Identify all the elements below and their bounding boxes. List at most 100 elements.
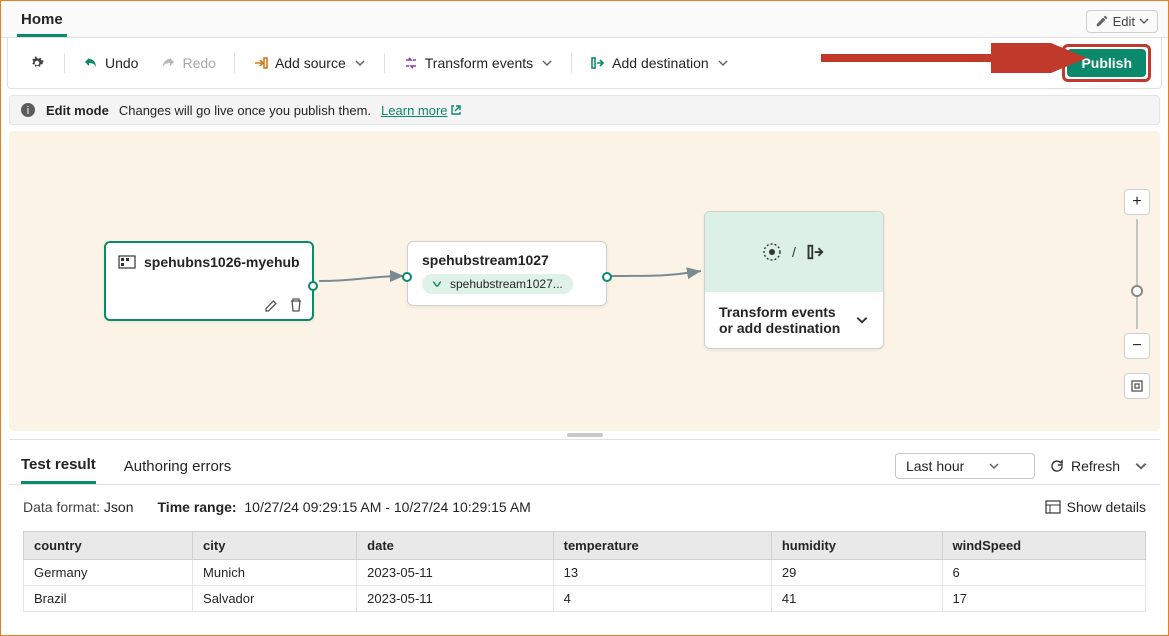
canvas-node-destination[interactable]: / Transform events or add destination bbox=[704, 211, 884, 349]
trash-icon[interactable] bbox=[288, 297, 304, 313]
add-source-label: Add source bbox=[275, 55, 346, 71]
zoom-fit-button[interactable] bbox=[1124, 373, 1150, 399]
eventhub-icon bbox=[118, 253, 136, 271]
publish-highlight: Publish bbox=[1062, 44, 1151, 82]
settings-gear-button[interactable] bbox=[18, 50, 56, 76]
cell: 13 bbox=[553, 560, 771, 586]
zoom-slider[interactable] bbox=[1136, 219, 1138, 329]
table-row[interactable]: GermanyMunich2023-05-1113296 bbox=[24, 560, 1146, 586]
destination-out-icon bbox=[806, 242, 826, 262]
learn-more-label: Learn more bbox=[381, 103, 447, 118]
transform-circle-icon bbox=[762, 242, 782, 262]
col-city[interactable]: city bbox=[193, 532, 357, 560]
cell: Brazil bbox=[24, 586, 193, 612]
undo-icon bbox=[83, 55, 99, 71]
col-date[interactable]: date bbox=[357, 532, 553, 560]
cell: 17 bbox=[942, 586, 1146, 612]
col-humidity[interactable]: humidity bbox=[771, 532, 942, 560]
time-range-dropdown[interactable]: Last hour bbox=[895, 453, 1035, 479]
source-in-icon bbox=[253, 55, 269, 71]
edit-dropdown[interactable]: Edit bbox=[1086, 10, 1158, 33]
pane-resize-handle[interactable] bbox=[1, 431, 1168, 439]
header-row: Home Edit bbox=[1, 1, 1168, 38]
add-destination-label: Add destination bbox=[612, 55, 709, 71]
cell: Germany bbox=[24, 560, 193, 586]
zoom-out-button[interactable]: − bbox=[1124, 333, 1150, 359]
chevron-down-icon bbox=[354, 57, 366, 69]
cell: 4 bbox=[553, 586, 771, 612]
chevron-down-icon[interactable] bbox=[855, 313, 869, 327]
cell: 2023-05-11 bbox=[357, 560, 553, 586]
info-bar: i Edit mode Changes will go live once yo… bbox=[9, 95, 1160, 125]
chevron-down-icon[interactable] bbox=[1134, 459, 1148, 473]
transform-events-button[interactable]: Transform events bbox=[393, 51, 563, 75]
add-destination-button[interactable]: Add destination bbox=[580, 51, 739, 75]
stream-title: spehubstream1027 bbox=[422, 252, 592, 268]
details-icon bbox=[1045, 500, 1061, 514]
time-range-label: Time range: bbox=[158, 499, 237, 515]
transform-label: Transform events bbox=[425, 55, 533, 71]
dest-label: Transform events or add destination bbox=[719, 304, 847, 336]
tab-home[interactable]: Home bbox=[17, 5, 67, 37]
source-title: spehubns1026-myehub bbox=[144, 254, 300, 270]
transform-icon bbox=[403, 55, 419, 71]
canvas-node-source[interactable]: spehubns1026-myehub bbox=[104, 241, 314, 321]
refresh-label: Refresh bbox=[1071, 458, 1120, 474]
redo-label: Redo bbox=[182, 55, 215, 71]
cell: 2023-05-11 bbox=[357, 586, 553, 612]
chevron-down-icon bbox=[717, 57, 729, 69]
pencil-icon[interactable] bbox=[264, 297, 280, 313]
undo-button[interactable]: Undo bbox=[73, 51, 148, 75]
redo-icon bbox=[160, 55, 176, 71]
chevron-down-icon bbox=[541, 57, 553, 69]
zoom-controls: + − bbox=[1124, 189, 1150, 399]
cell: 6 bbox=[942, 560, 1146, 586]
canvas[interactable]: spehubns1026-myehub spehubstream1027 spe… bbox=[9, 131, 1160, 431]
data-format-value: Json bbox=[104, 499, 134, 515]
gear-icon bbox=[28, 54, 46, 72]
results-panel: Test result Authoring errors Last hour R… bbox=[9, 439, 1160, 635]
tab-test-result[interactable]: Test result bbox=[21, 448, 96, 484]
canvas-node-stream[interactable]: spehubstream1027 spehubstream1027... bbox=[407, 241, 607, 306]
info-mode: Edit mode bbox=[46, 103, 109, 118]
stream-chip-label: spehubstream1027... bbox=[450, 277, 563, 291]
show-details-button[interactable]: Show details bbox=[1045, 499, 1146, 515]
toolbar: Undo Redo Add source Transform events Ad… bbox=[7, 38, 1162, 89]
learn-more-link[interactable]: Learn more bbox=[381, 103, 461, 118]
svg-text:i: i bbox=[27, 105, 29, 117]
results-table: countrycitydatetemperaturehumiditywindSp… bbox=[23, 531, 1146, 612]
table-row[interactable]: BrazilSalvador2023-05-1144117 bbox=[24, 586, 1146, 612]
pencil-icon bbox=[1095, 14, 1109, 28]
caret-down-icon bbox=[1139, 16, 1149, 26]
zoom-handle[interactable] bbox=[1131, 285, 1143, 297]
chevron-down-icon bbox=[988, 460, 1000, 472]
stream-chip: spehubstream1027... bbox=[422, 274, 573, 294]
col-windSpeed[interactable]: windSpeed bbox=[942, 532, 1146, 560]
cell: Salvador bbox=[193, 586, 357, 612]
stream-icon bbox=[432, 278, 444, 290]
time-range-value: Last hour bbox=[906, 458, 964, 474]
redo-button[interactable]: Redo bbox=[150, 51, 225, 75]
external-link-icon bbox=[450, 104, 462, 116]
edit-label: Edit bbox=[1113, 14, 1135, 29]
info-text: Changes will go live once you publish th… bbox=[119, 103, 371, 118]
data-format-label: Data format: bbox=[23, 499, 100, 515]
time-range-text: 10/27/24 09:29:15 AM - 10/27/24 10:29:15… bbox=[244, 499, 530, 515]
zoom-in-button[interactable]: + bbox=[1124, 189, 1150, 215]
col-country[interactable]: country bbox=[24, 532, 193, 560]
show-details-label: Show details bbox=[1067, 499, 1146, 515]
cell: 29 bbox=[771, 560, 942, 586]
destination-out-icon bbox=[590, 55, 606, 71]
cell: 41 bbox=[771, 586, 942, 612]
publish-button[interactable]: Publish bbox=[1067, 49, 1146, 77]
fit-icon bbox=[1130, 379, 1144, 393]
refresh-button[interactable]: Refresh bbox=[1049, 458, 1120, 474]
refresh-icon bbox=[1049, 458, 1065, 474]
add-source-button[interactable]: Add source bbox=[243, 51, 376, 75]
undo-label: Undo bbox=[105, 55, 138, 71]
slash-separator: / bbox=[792, 244, 796, 260]
tab-authoring-errors[interactable]: Authoring errors bbox=[124, 450, 232, 483]
col-temperature[interactable]: temperature bbox=[553, 532, 771, 560]
info-icon: i bbox=[20, 102, 36, 118]
cell: Munich bbox=[193, 560, 357, 586]
